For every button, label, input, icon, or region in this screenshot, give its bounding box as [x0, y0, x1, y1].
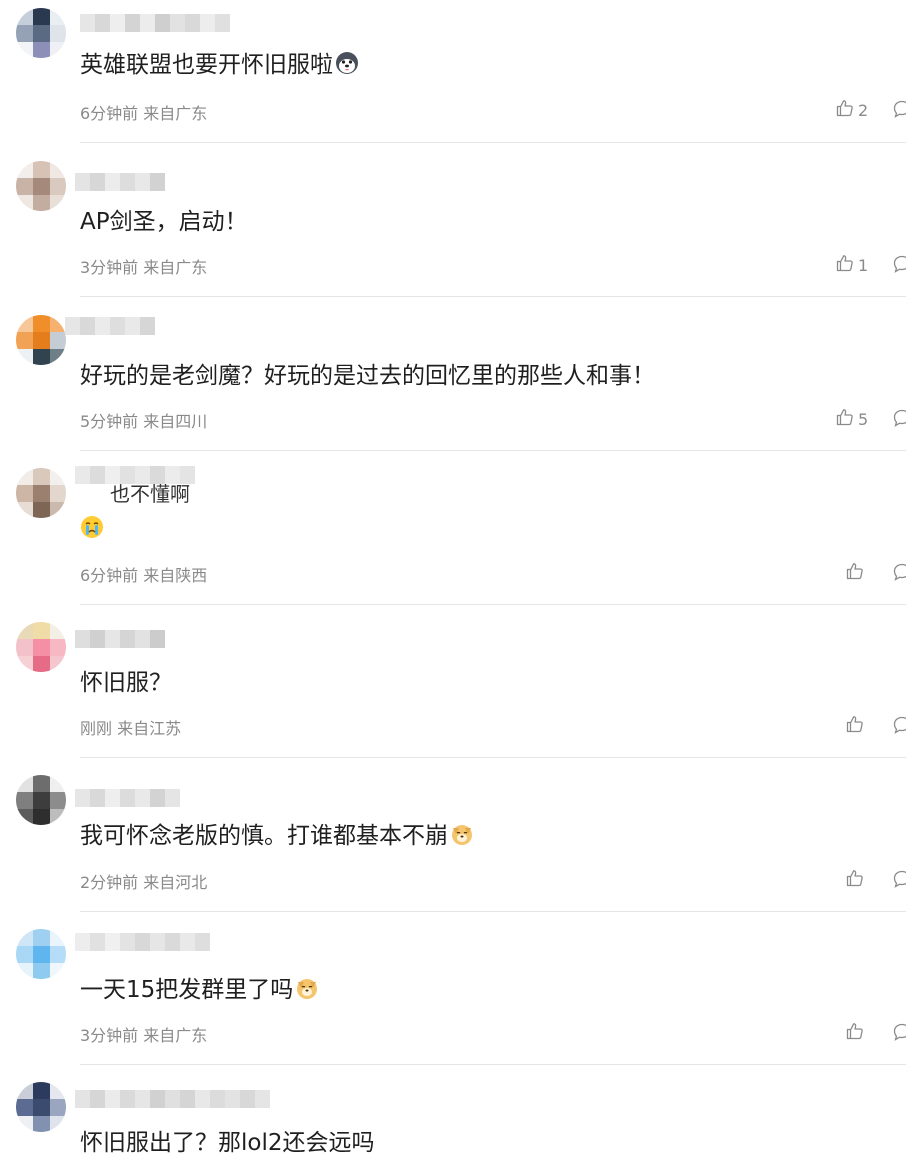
- avatar[interactable]: [16, 929, 66, 979]
- comment-item: 怀旧服出了？那lol2还会远吗: [0, 1074, 906, 1157]
- divider: [80, 1064, 906, 1065]
- like-button[interactable]: 1: [836, 254, 868, 276]
- reply-button[interactable]: [893, 255, 906, 277]
- like-button[interactable]: [846, 715, 864, 737]
- comment-meta: 6分钟前 来自陕西: [80, 566, 208, 585]
- comment-meta: 3分钟前 来自广东: [80, 258, 208, 277]
- avatar[interactable]: [16, 775, 66, 825]
- doge-emoji: [295, 976, 319, 1008]
- comment-bubble-icon: [893, 716, 906, 738]
- comment-meta: 5分钟前 来自四川: [80, 412, 208, 431]
- like-button[interactable]: [846, 1022, 864, 1044]
- reply-button[interactable]: [893, 100, 906, 122]
- divider: [80, 142, 906, 143]
- comment-item: 我可怀念老版的慎。打谁都基本不崩 2分钟前 来自河北: [0, 767, 906, 920]
- like-count: 5: [858, 409, 869, 429]
- divider: [80, 450, 906, 451]
- username-fragment: 也不懂啊: [110, 482, 190, 506]
- comment-item: AP剑圣，启动！ 3分钟前 来自广东 1: [0, 153, 906, 306]
- divider: [80, 604, 906, 605]
- like-button[interactable]: 5: [836, 408, 868, 430]
- comment-bubble-icon: [893, 1023, 906, 1045]
- avatar[interactable]: [16, 315, 66, 365]
- crying-emoji: [80, 515, 104, 547]
- divider: [80, 911, 906, 912]
- like-button[interactable]: 2: [836, 99, 868, 121]
- username-blurred[interactable]: [60, 1090, 270, 1108]
- comment-item: 好玩的是老剑魔？好玩的是过去的回忆里的那些人和事！ 5分钟前 来自四川 5: [0, 307, 906, 460]
- divider: [80, 757, 906, 758]
- username-blurred[interactable]: [60, 789, 180, 807]
- username-blurred[interactable]: [60, 173, 170, 191]
- divider: [80, 296, 906, 297]
- like-count: 1: [858, 255, 869, 275]
- username-blurred[interactable]: [60, 933, 210, 951]
- comment-text: 我可怀念老版的慎。打谁都基本不崩: [80, 821, 474, 854]
- comment-meta: 2分钟前 来自河北: [80, 873, 208, 892]
- comment-meta: 6分钟前 来自广东: [80, 104, 208, 123]
- comment-meta: 刚刚 来自江苏: [80, 719, 182, 738]
- thumbs-up-icon: [846, 869, 864, 891]
- reply-button[interactable]: [893, 563, 906, 585]
- thumbs-up-icon: [836, 254, 854, 276]
- avatar[interactable]: [16, 622, 66, 672]
- avatar[interactable]: [16, 468, 66, 518]
- like-button[interactable]: [846, 869, 864, 891]
- comment-item: 也不懂啊 6分钟前 来自陕西: [0, 460, 906, 613]
- comment-text: 好玩的是老剑魔？好玩的是过去的回忆里的那些人和事！: [80, 363, 655, 389]
- reply-button[interactable]: [893, 870, 906, 892]
- like-count: 2: [858, 100, 869, 120]
- thumbs-up-icon: [846, 562, 864, 584]
- username-blurred[interactable]: [60, 317, 160, 335]
- comment-item: 一天15把发群里了吗 3分钟前 来自广东: [0, 921, 906, 1074]
- reply-button[interactable]: [893, 1023, 906, 1045]
- username-blurred[interactable]: [60, 14, 240, 32]
- comment-text: 英雄联盟也要开怀旧服啦: [80, 50, 359, 83]
- comment-text: AP剑圣，启动！: [80, 209, 248, 235]
- comment-item: 英雄联盟也要开怀旧服啦 6分钟前 来自广东 2: [0, 0, 906, 153]
- husky-emoji: [335, 51, 359, 83]
- thumbs-up-icon: [836, 99, 854, 121]
- username-blurred[interactable]: [60, 630, 170, 648]
- comment-bubble-icon: [893, 255, 906, 277]
- like-button[interactable]: [846, 562, 864, 584]
- avatar[interactable]: [16, 161, 66, 211]
- comment-text: 怀旧服出了？那lol2还会远吗: [80, 1130, 375, 1156]
- comment-bubble-icon: [893, 870, 906, 892]
- comment-bubble-icon: [893, 563, 906, 585]
- avatar[interactable]: [16, 1082, 66, 1132]
- comment-bubble-icon: [893, 409, 906, 431]
- comment-meta: 3分钟前 来自广东: [80, 1026, 208, 1045]
- comment-bubble-icon: [893, 100, 906, 122]
- reply-button[interactable]: [893, 409, 906, 431]
- comment-text: 怀旧服？: [80, 670, 172, 696]
- thumbs-up-icon: [836, 408, 854, 430]
- avatar[interactable]: [16, 8, 66, 58]
- thumbs-up-icon: [846, 715, 864, 737]
- comment-text: [80, 514, 104, 547]
- doge-emoji: [450, 822, 474, 854]
- comment-text: 一天15把发群里了吗: [80, 975, 319, 1008]
- thumbs-up-icon: [846, 1022, 864, 1044]
- comment-item: 怀旧服？ 刚刚 来自江苏: [0, 614, 906, 767]
- reply-button[interactable]: [893, 716, 906, 738]
